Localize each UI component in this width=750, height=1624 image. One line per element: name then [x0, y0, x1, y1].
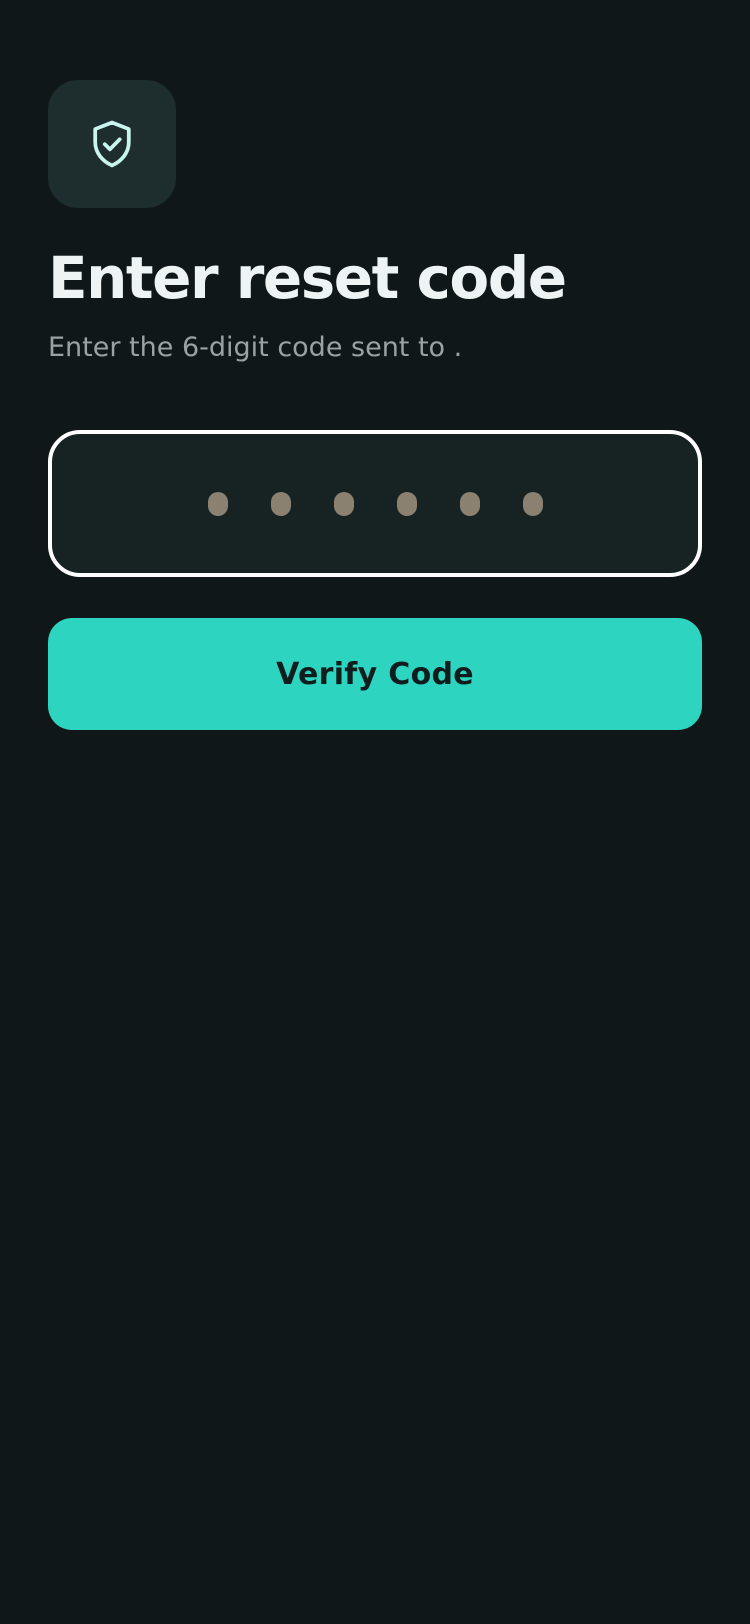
- reset-code-screen: Enter reset code Enter the 6-digit code …: [0, 0, 750, 1624]
- shield-icon-tile: [48, 80, 176, 208]
- page-title: Enter reset code: [48, 244, 567, 312]
- code-digit-placeholder: [333, 491, 354, 516]
- code-digit-placeholder: [522, 491, 543, 516]
- verify-code-button[interactable]: Verify Code: [48, 618, 702, 730]
- reset-code-input[interactable]: [48, 430, 702, 577]
- code-digit-placeholder: [207, 491, 228, 516]
- page-subtitle: Enter the 6-digit code sent to .: [48, 332, 463, 363]
- shield-check-icon: [93, 120, 131, 168]
- code-digit-placeholder: [396, 491, 417, 516]
- code-digit-placeholder: [459, 491, 480, 516]
- code-digit-placeholder: [270, 491, 291, 516]
